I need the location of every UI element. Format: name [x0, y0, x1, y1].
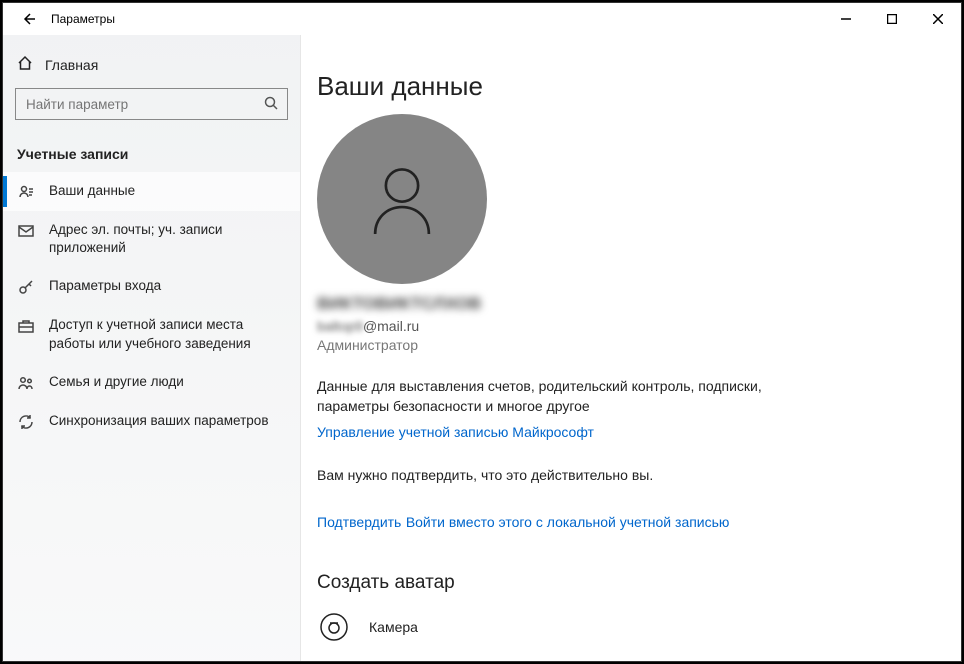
sidebar-item-work-access[interactable]: Доступ к учетной записи места работы или…	[3, 306, 300, 362]
minimize-icon	[841, 14, 851, 24]
sidebar-item-label: Адрес эл. почты; уч. записи приложений	[49, 221, 286, 257]
sidebar-menu: Ваши данные Адрес эл. почты; уч. записи …	[3, 172, 300, 441]
briefcase-icon	[17, 317, 35, 335]
user-email-hidden: baltop9	[317, 318, 363, 334]
create-avatar-heading: Создать аватар	[317, 572, 961, 594]
camera-label: Камера	[369, 619, 418, 635]
sidebar-item-your-info[interactable]: Ваши данные	[3, 172, 300, 211]
sidebar-item-label: Синхронизация ваших параметров	[49, 412, 286, 430]
key-icon	[17, 278, 35, 296]
back-button[interactable]	[11, 3, 47, 35]
maximize-icon	[887, 14, 897, 24]
sidebar-item-label: Доступ к учетной записи места работы или…	[49, 316, 286, 352]
user-role: Администратор	[317, 337, 961, 353]
user-name: ВИКТОВИКТСЛХОВ	[317, 294, 961, 314]
close-icon	[933, 14, 943, 24]
sidebar-item-signin-options[interactable]: Параметры входа	[3, 267, 300, 306]
page-title: Ваши данные	[317, 71, 961, 102]
close-button[interactable]	[915, 3, 961, 35]
avatar	[317, 114, 487, 284]
home-label: Главная	[45, 57, 98, 73]
people-icon	[17, 374, 35, 392]
sidebar-item-label: Ваши данные	[49, 182, 286, 200]
local-account-link[interactable]: Войти вместо этого с локальной учетной з…	[406, 514, 730, 530]
verify-description: Вам нужно подтвердить, что это действите…	[317, 466, 817, 486]
section-heading: Учетные записи	[3, 132, 300, 172]
verify-link[interactable]: Подтвердить	[317, 514, 401, 530]
person-icon	[359, 156, 445, 242]
camera-icon	[317, 610, 351, 644]
titlebar: Параметры	[3, 3, 961, 35]
user-badge-icon	[17, 183, 35, 201]
sidebar-item-label: Семья и другие люди	[49, 373, 286, 391]
arrow-left-icon	[21, 11, 37, 27]
window-controls	[823, 3, 961, 35]
sync-icon	[17, 413, 35, 431]
sidebar-item-email-accounts[interactable]: Адрес эл. почты; уч. записи приложений	[3, 211, 300, 267]
billing-description: Данные для выставления счетов, родительс…	[317, 377, 817, 416]
mail-icon	[17, 222, 35, 240]
maximize-button[interactable]	[869, 3, 915, 35]
home-button[interactable]: Главная	[3, 45, 300, 84]
user-email-domain: @mail.ru	[363, 318, 419, 334]
sidebar: Главная Учетные записи Ваши данные	[3, 35, 301, 661]
search-wrap	[3, 84, 300, 132]
sidebar-item-label: Параметры входа	[49, 277, 286, 295]
content-area: Ваши данные ВИКТОВИКТСЛХОВ baltop9@mail.…	[301, 35, 961, 661]
settings-window: Параметры Главная	[2, 2, 962, 662]
sidebar-item-family[interactable]: Семья и другие люди	[3, 363, 300, 402]
minimize-button[interactable]	[823, 3, 869, 35]
camera-option[interactable]: Камера	[317, 610, 961, 644]
sidebar-item-sync[interactable]: Синхронизация ваших параметров	[3, 402, 300, 441]
home-icon	[17, 55, 33, 74]
window-title: Параметры	[51, 12, 115, 26]
search-input[interactable]	[15, 88, 288, 120]
manage-account-link[interactable]: Управление учетной записью Майкрософт	[317, 424, 594, 440]
user-email: baltop9@mail.ru	[317, 318, 961, 334]
